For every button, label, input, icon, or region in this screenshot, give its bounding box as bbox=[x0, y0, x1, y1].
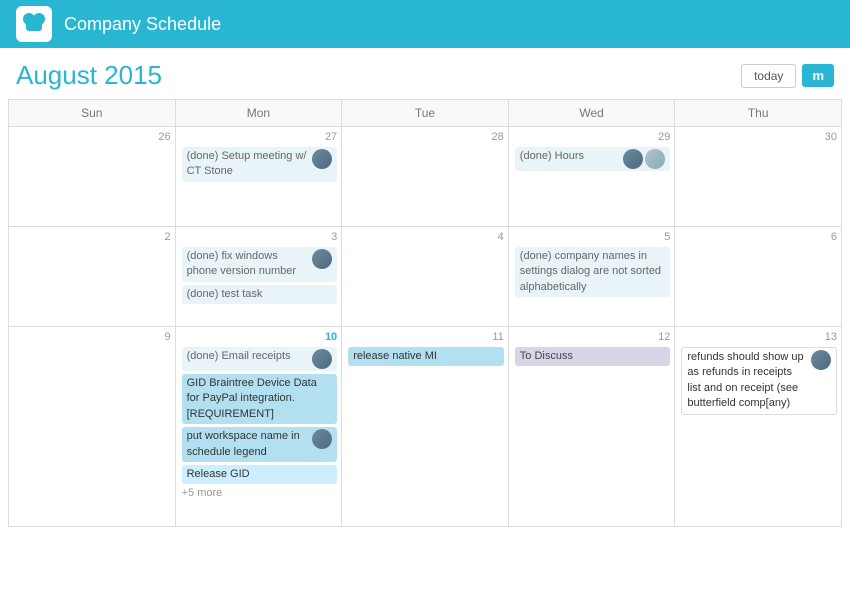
cell-aug27: 27 (done) Setup meeting w/ CT Stone bbox=[176, 127, 343, 227]
event-release-native[interactable]: release native MI bbox=[348, 347, 504, 366]
date-13: 13 bbox=[681, 331, 837, 343]
avatar bbox=[312, 349, 332, 369]
date-4: 4 bbox=[348, 231, 504, 243]
date-6: 6 bbox=[681, 231, 837, 243]
more-link[interactable]: +5 more bbox=[182, 487, 338, 499]
cell-sep2: 2 bbox=[9, 227, 176, 327]
cell-sep6: 6 bbox=[675, 227, 842, 327]
event-text: refunds should show up as refunds in rec… bbox=[687, 350, 808, 412]
day-header-mon: Mon bbox=[176, 100, 343, 127]
date-2: 2 bbox=[15, 231, 171, 243]
day-headers: Sun Mon Tue Wed Thu bbox=[9, 100, 842, 127]
calendar-grid: Sun Mon Tue Wed Thu 26 27 (done) Setup m… bbox=[8, 99, 842, 527]
cell-sep11: 11 release native MI bbox=[342, 327, 509, 527]
date-27: 27 bbox=[182, 131, 338, 143]
cell-aug29: 29 (done) Hours bbox=[509, 127, 676, 227]
event-fix-windows[interactable]: (done) fix windows phone version number bbox=[182, 247, 338, 282]
cell-aug30: 30 bbox=[675, 127, 842, 227]
event-text: (done) Setup meeting w/ CT Stone bbox=[187, 149, 310, 180]
event-setup-meeting[interactable]: (done) Setup meeting w/ CT Stone bbox=[182, 147, 338, 182]
event-text: (done) fix windows phone version number bbox=[187, 249, 310, 280]
event-to-discuss[interactable]: To Discuss bbox=[515, 347, 671, 366]
cell-sep10: 10 (done) Email receipts GID Braintree D… bbox=[176, 327, 343, 527]
date-26: 26 bbox=[15, 131, 171, 143]
cell-sep9: 9 bbox=[9, 327, 176, 527]
event-text: put workspace name in schedule legend bbox=[187, 429, 310, 460]
event-test-task[interactable]: (done) test task bbox=[182, 285, 338, 304]
today-button[interactable]: today bbox=[741, 64, 796, 88]
week-3: 9 10 (done) Email receipts GID Braintree… bbox=[9, 327, 842, 527]
avatar bbox=[312, 249, 332, 269]
event-put-workspace[interactable]: put workspace name in schedule legend bbox=[182, 427, 338, 462]
event-release-gid[interactable]: Release GID bbox=[182, 465, 338, 484]
event-text: release native MI bbox=[353, 349, 499, 364]
event-text: (done) company names in settings dialog … bbox=[520, 249, 666, 295]
event-text: (done) test task bbox=[187, 287, 333, 302]
cell-aug26: 26 bbox=[9, 127, 176, 227]
calendar-toolbar: August 2015 today m bbox=[0, 48, 850, 99]
date-30: 30 bbox=[681, 131, 837, 143]
cell-sep5: 5 (done) company names in settings dialo… bbox=[509, 227, 676, 327]
event-text: Release GID bbox=[187, 467, 333, 482]
day-header-sun: Sun bbox=[9, 100, 176, 127]
event-gid-braintree[interactable]: GID Braintree Device Data for PayPal int… bbox=[182, 374, 338, 424]
event-text: To Discuss bbox=[520, 349, 666, 364]
avatar bbox=[811, 350, 831, 370]
toolbar-right: today m bbox=[741, 64, 834, 88]
day-header-thu: Thu bbox=[675, 100, 842, 127]
cell-sep3: 3 (done) fix windows phone version numbe… bbox=[176, 227, 343, 327]
avatar-1 bbox=[623, 149, 643, 169]
date-9: 9 bbox=[15, 331, 171, 343]
date-29: 29 bbox=[515, 131, 671, 143]
cell-sep12: 12 To Discuss bbox=[509, 327, 676, 527]
event-text: GID Braintree Device Data for PayPal int… bbox=[187, 376, 333, 422]
avatars-row bbox=[623, 149, 665, 169]
app-header: Company Schedule bbox=[0, 0, 850, 48]
avatar bbox=[312, 429, 332, 449]
event-company-names[interactable]: (done) company names in settings dialog … bbox=[515, 247, 671, 297]
avatar bbox=[312, 149, 332, 169]
date-5: 5 bbox=[515, 231, 671, 243]
day-header-wed: Wed bbox=[509, 100, 676, 127]
next-month-button[interactable]: m bbox=[802, 64, 834, 87]
date-3: 3 bbox=[182, 231, 338, 243]
month-title: August 2015 bbox=[16, 60, 162, 91]
event-hours[interactable]: (done) Hours bbox=[515, 147, 671, 171]
cell-aug28: 28 bbox=[342, 127, 509, 227]
app-title: Company Schedule bbox=[64, 14, 221, 35]
date-28: 28 bbox=[348, 131, 504, 143]
date-10: 10 bbox=[182, 331, 338, 343]
date-11: 11 bbox=[348, 331, 504, 343]
date-12: 12 bbox=[515, 331, 671, 343]
avatar-2 bbox=[645, 149, 665, 169]
event-text: (done) Hours bbox=[520, 149, 621, 164]
cell-sep13: 13 refunds should show up as refunds in … bbox=[675, 327, 842, 527]
event-refunds[interactable]: refunds should show up as refunds in rec… bbox=[681, 347, 837, 415]
event-email-receipts[interactable]: (done) Email receipts bbox=[182, 347, 338, 371]
day-header-tue: Tue bbox=[342, 100, 509, 127]
event-text: (done) Email receipts bbox=[187, 349, 310, 364]
week-1: 26 27 (done) Setup meeting w/ CT Stone 2… bbox=[9, 127, 842, 227]
week-2: 2 3 (done) fix windows phone version num… bbox=[9, 227, 842, 327]
app-logo bbox=[16, 6, 52, 42]
cell-sep4: 4 bbox=[342, 227, 509, 327]
